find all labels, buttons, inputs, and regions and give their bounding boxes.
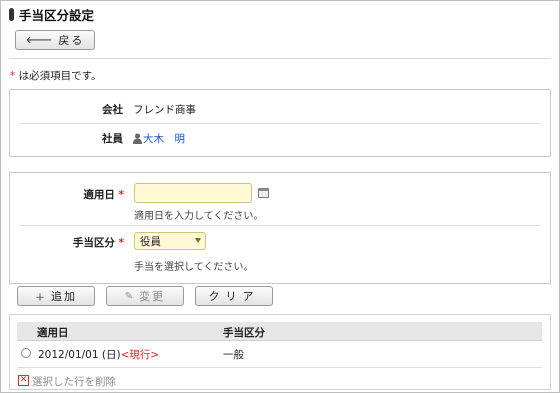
category-select[interactable]: 役員 (134, 232, 206, 250)
add-button[interactable]: ＋ 追加 (17, 286, 95, 306)
clear-button[interactable]: クリア (195, 286, 273, 306)
row-date-value: 2012/01/01 (日) (38, 349, 121, 361)
date-required-star: * (118, 189, 125, 201)
row-radio[interactable] (21, 348, 31, 358)
category-label: 手当区分 * (10, 235, 124, 250)
header-divider (9, 58, 551, 59)
date-label-text: 適用日 (83, 189, 115, 201)
row-date: 2012/01/01 (日)<現行> (38, 347, 159, 362)
chevron-down-icon (195, 238, 201, 243)
company-label: 会社 (102, 104, 123, 116)
add-button-label: 追加 (51, 290, 77, 303)
category-selected-value: 役員 (140, 235, 161, 248)
employee-label: 社員 (102, 133, 123, 145)
page-header: 手当区分設定 (9, 6, 95, 23)
delete-selected-link[interactable]: 選択した行を削除 (32, 374, 116, 389)
category-hint: 手当を選択してください。 (134, 262, 254, 273)
required-note: * は必須項目です。 (10, 68, 102, 83)
column-header-date: 適用日 (37, 327, 69, 339)
row-status: <現行> (120, 349, 160, 361)
person-icon (133, 133, 142, 144)
edit-button[interactable]: ✎ 変更 (106, 286, 184, 306)
column-header-category: 手当区分 (223, 327, 265, 339)
window-frame: 手当区分設定 🡐 戻る * は必須項目です。 会社 フレンド商事 社員 大木 明… (0, 0, 560, 393)
arrow-left-icon: 🡐 (25, 35, 53, 46)
employee-value-link[interactable]: 大木 明 (133, 131, 185, 146)
required-note-text: は必須項目です。 (15, 70, 102, 82)
employee-name: 大木 明 (143, 133, 185, 145)
category-required-star: * (118, 237, 125, 249)
date-label: 適用日 * (10, 187, 124, 202)
allowance-form-panel: 適用日 * 適用日を入力してください。 手当区分 * 役員 手当を選択してくださ… (9, 172, 551, 284)
row-category: 一般 (223, 349, 244, 361)
title-marker (9, 7, 14, 21)
calendar-icon[interactable] (258, 188, 269, 198)
employee-info-panel: 会社 フレンド商事 社員 大木 明 (9, 89, 551, 157)
date-input[interactable] (134, 183, 252, 203)
pencil-icon: ✎ (124, 290, 134, 302)
page-title: 手当区分設定 (19, 7, 95, 23)
date-hint: 適用日を入力してください。 (134, 211, 264, 222)
info-row-divider (20, 123, 540, 124)
edit-button-label: 変更 (139, 290, 166, 303)
back-button-label: 戻る (58, 34, 85, 47)
category-label-text: 手当区分 (72, 237, 115, 249)
delete-x-icon[interactable]: ✕ (18, 375, 29, 386)
table-header: 適用日 手当区分 (17, 322, 542, 341)
back-button[interactable]: 🡐 戻る (15, 30, 95, 50)
clear-button-label: クリア (208, 290, 260, 303)
table-bottom-divider (17, 367, 542, 368)
plus-icon: ＋ (35, 292, 45, 304)
company-value: フレンド商事 (133, 104, 196, 116)
form-row-divider (20, 225, 540, 226)
